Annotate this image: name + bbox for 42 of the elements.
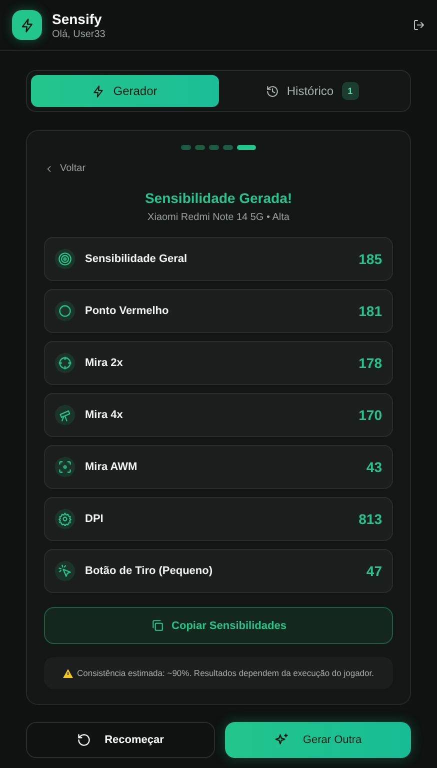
back-link[interactable]: Voltar	[44, 163, 86, 174]
setting-label: Mira 4x	[85, 409, 124, 421]
focus-icon	[58, 460, 72, 474]
setting-value: 813	[358, 511, 382, 527]
history-icon	[266, 84, 279, 98]
setting-value: 43	[366, 459, 382, 475]
telescope-icon	[58, 408, 72, 422]
setting-label: Mira AWM	[85, 461, 138, 473]
copy-icon	[150, 619, 164, 632]
bolt-icon	[92, 84, 106, 98]
setting-label: Mira 2x	[85, 357, 124, 369]
setting-value: 185	[358, 251, 382, 267]
setting-label: Sensibilidade Geral	[85, 253, 188, 265]
setting-label: Ponto Vermelho	[85, 305, 170, 317]
bolt-icon	[20, 18, 34, 32]
setting-label: Botão de Tiro (Pequeno)	[85, 565, 214, 577]
result-title: Sensibilidade Gerada!	[144, 190, 294, 206]
generate-button[interactable]: Gerar Outra	[224, 722, 411, 758]
logout-icon	[413, 19, 425, 31]
tab[interactable]: Gerador	[31, 75, 218, 107]
app-title: Sensify	[52, 10, 103, 26]
setting-value: 47	[366, 563, 382, 579]
sparkles-icon	[274, 732, 289, 748]
target-icon	[58, 252, 72, 266]
greeting: Olá, User33	[52, 28, 106, 40]
setting-value: 170	[358, 407, 382, 423]
setting-value: 181	[358, 303, 382, 319]
copy-button[interactable]: Copiar Sensibilidades	[44, 607, 393, 644]
warning-icon	[63, 668, 73, 678]
restart-icon	[76, 733, 91, 747]
count-badge: 1	[342, 82, 359, 100]
logout-button[interactable]	[413, 19, 425, 31]
pointer-click-icon	[58, 564, 72, 578]
device-info: Xiaomi Redmi Note 14 5G • Alta	[146, 212, 290, 223]
gear-icon	[58, 512, 72, 526]
tab[interactable]: Histórico 1	[218, 75, 406, 107]
disclaimer-text: Consistência estimada: ~90%. Resultados dependem da execução do jogador.	[77, 668, 374, 678]
crosshair-icon	[58, 356, 72, 370]
circle-icon	[58, 304, 72, 318]
setting-label: DPI	[85, 513, 104, 525]
setting-value: 178	[358, 355, 382, 371]
restart-button[interactable]: Recomeçar	[26, 722, 214, 758]
